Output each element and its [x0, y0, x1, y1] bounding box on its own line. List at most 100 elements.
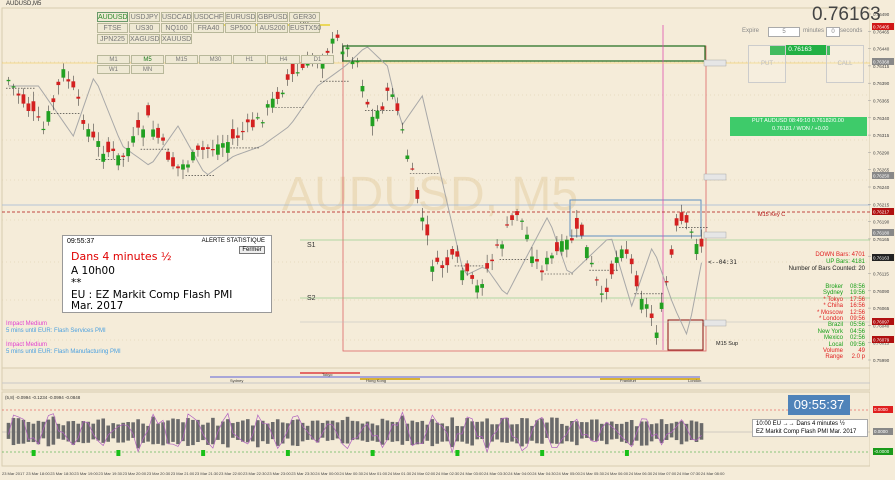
timeframe-button[interactable]: M30	[199, 55, 232, 64]
candle-body	[390, 94, 395, 97]
stat-up-bars: UP Bars: 4181	[826, 259, 865, 265]
symbol-button[interactable]: US30	[129, 23, 160, 33]
session-name: * China	[823, 303, 843, 310]
symbol-button[interactable]: JPN225	[97, 34, 128, 44]
timeframe-button[interactable]: M15	[165, 55, 198, 64]
symbol-button[interactable]: NQ100	[161, 23, 192, 33]
candle-body	[649, 313, 654, 319]
candle-body	[46, 111, 51, 122]
server-clock: 09:55:37	[788, 395, 850, 415]
seconds-input[interactable]: 0	[826, 27, 840, 37]
call-button[interactable]: CALL	[826, 45, 864, 83]
symbol-button[interactable]: XAUUSD	[161, 34, 192, 44]
time-tick: 24 Mar 05:30	[580, 471, 604, 476]
candle-body	[385, 87, 390, 91]
timeframe-button[interactable]: M5	[131, 55, 164, 64]
timeframe-button[interactable]: H1	[233, 55, 266, 64]
symbol-button[interactable]: USDCHF	[193, 12, 224, 22]
stat-counted: Number of Bars Counted: 20	[788, 266, 865, 272]
oscillator-bar	[126, 422, 130, 441]
oscillator-bar	[96, 419, 101, 441]
oscillator-bar	[560, 423, 564, 444]
timeframe-button[interactable]: D1	[301, 55, 334, 64]
oscillator-header: (5,8) -0.0994 -0.1234 -0.0994 -0.0848	[5, 395, 81, 400]
price-tick: 0.76440	[873, 47, 890, 52]
symbol-button[interactable]: SP500	[225, 23, 256, 33]
time-tick: 23 Mar 20:30	[147, 471, 171, 476]
symbol-button[interactable]: AUDUSD	[97, 12, 128, 22]
oscillator-bar	[101, 418, 106, 443]
oscillator-bar	[211, 417, 215, 445]
session-time: 09:56	[849, 341, 865, 348]
candle-body	[599, 293, 604, 295]
session-time: 17:56	[849, 296, 865, 303]
put-button[interactable]: PUT	[748, 45, 786, 83]
trade-result-line2: 0.76181 / WON / +0.00	[772, 126, 829, 132]
time-tick: 24 Mar 03:30	[484, 471, 508, 476]
timeframe-button[interactable]: W1	[97, 65, 130, 74]
symbol-button[interactable]: XAGUSD	[129, 34, 160, 44]
candle-body	[460, 270, 465, 281]
symbol-button[interactable]: FRA40	[193, 23, 224, 33]
session-name: * London	[818, 316, 843, 322]
candle-body	[6, 79, 11, 82]
candle-body	[255, 117, 260, 119]
oscillator-bar	[305, 425, 310, 440]
big-price: 0.76163	[812, 4, 881, 25]
time-tick: 23 Mar 18:00	[26, 471, 50, 476]
session-frankfurt: Frankfurt	[620, 378, 637, 383]
candle-body	[61, 69, 66, 78]
candle-body	[181, 164, 185, 170]
candle-body	[86, 129, 91, 137]
oscillator-bar	[400, 415, 405, 445]
symbol-button[interactable]: USDCAD	[161, 12, 192, 22]
candle-body	[555, 242, 559, 252]
candle-body	[345, 47, 350, 50]
timeframe-button[interactable]: MN	[131, 65, 164, 74]
oscillator-bar	[699, 423, 704, 440]
oscillator-bar	[609, 421, 614, 440]
symbol-button[interactable]: EURUSD	[225, 12, 256, 22]
oscillator-bar	[191, 419, 195, 446]
oscillator-bar	[515, 424, 519, 444]
time-axis: 23 Mar 2017 23 Mar 18:00 23 Mar 18:30 23 Ma…	[2, 471, 725, 476]
time-tick: 24 Mar 07:30	[677, 471, 701, 476]
symbol-button[interactable]: GBPUSD	[257, 12, 288, 22]
alert-close-button[interactable]: Fermer	[239, 246, 265, 254]
time-tick: 23 Mar 21:00	[171, 471, 195, 476]
price-tick: 0.76090	[873, 289, 890, 294]
time-tick: 23 Mar 20:00	[123, 471, 147, 476]
candle-body	[225, 142, 230, 153]
oscillator-bar	[485, 418, 489, 448]
timeframe-button[interactable]: H4	[267, 55, 300, 64]
candle-body	[584, 247, 589, 259]
candle-body	[206, 147, 210, 149]
candle-body	[594, 279, 599, 281]
symbol-button[interactable]: AUS200	[257, 23, 288, 33]
symbol-button[interactable]: USDJPY	[129, 12, 160, 22]
price-tick: 0.76240	[873, 185, 890, 190]
expire-input[interactable]: 5	[768, 27, 800, 37]
oscillator-bar	[51, 416, 56, 445]
candle-body	[609, 263, 614, 275]
symbol-button[interactable]: GER30	[289, 12, 320, 22]
oscillator-bar	[290, 419, 295, 446]
statistics-alert: 09:55:37 ALERTE STATISTIQUE Fermer Dans …	[62, 235, 272, 313]
candle-body	[674, 218, 679, 226]
price-tick: 0.76115	[873, 272, 889, 277]
session-name: * Tokyo	[823, 296, 843, 303]
candle-body	[669, 249, 674, 255]
session-london: London	[688, 378, 701, 383]
candle-body	[81, 120, 86, 124]
session-time: 09:56	[849, 316, 865, 322]
candle-body	[265, 104, 270, 108]
candle-body	[415, 190, 420, 199]
symbol-button[interactable]: EUSTX50	[289, 23, 321, 33]
session-time: 04:56	[849, 328, 865, 335]
symbol-button[interactable]: FTSE 100	[97, 23, 128, 42]
candle-body	[270, 98, 275, 108]
session-hongkong: Hong Kong	[366, 378, 386, 383]
candle-body	[71, 81, 76, 88]
timeframe-button[interactable]: M1	[97, 55, 130, 64]
alert-line-countdown: Dans 4 minutes ½	[71, 250, 172, 263]
